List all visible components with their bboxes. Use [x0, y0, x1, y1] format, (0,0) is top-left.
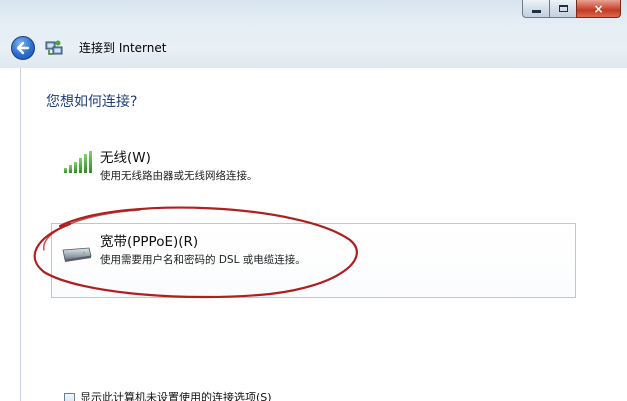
connect-to-internet-window: × 连接到 Internet 您想如何连接? 无线(W) 使用无线路由器或无线网…	[0, 0, 627, 401]
broadband-option-title: 宽带(PPPoE)(R)	[100, 234, 199, 250]
wireless-option-description: 使用无线路由器或无线网络连接。	[100, 170, 258, 182]
content-divider	[20, 68, 21, 401]
close-icon: ×	[593, 1, 604, 16]
show-unconfigured-options-label: 显示此计算机未设置使用的连接选项(S)	[80, 391, 272, 401]
minimize-icon	[531, 10, 541, 13]
wireless-option-title: 无线(W)	[100, 150, 151, 166]
back-button[interactable]	[11, 36, 35, 60]
wireless-signal-icon	[64, 151, 92, 173]
back-arrow-icon	[16, 41, 30, 55]
page-heading: 您想如何连接?	[46, 94, 138, 110]
close-button[interactable]: ×	[576, 0, 621, 18]
broadband-modem-icon	[62, 247, 92, 262]
maximize-button[interactable]	[549, 0, 576, 18]
network-connection-icon	[45, 40, 63, 55]
window-title: 连接到 Internet	[79, 41, 167, 55]
show-unconfigured-options-checkbox[interactable]	[64, 393, 75, 401]
minimize-button[interactable]	[522, 0, 549, 18]
maximize-icon	[558, 5, 568, 12]
caption-buttons: ×	[522, 0, 621, 18]
broadband-option-description: 使用需要用户名和密码的 DSL 或电缆连接。	[100, 254, 306, 266]
